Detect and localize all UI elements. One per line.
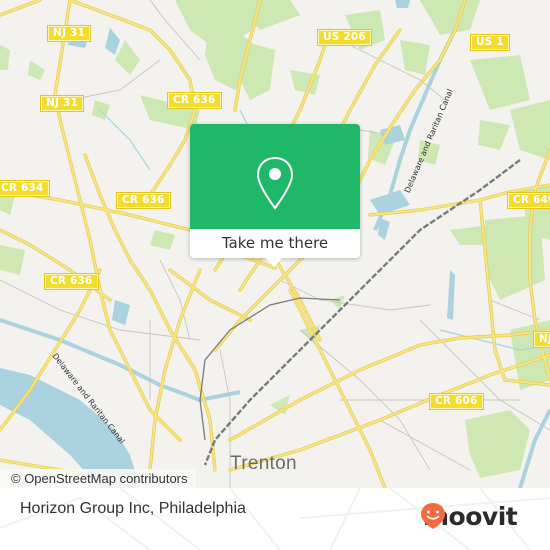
popup-pointer (266, 258, 282, 267)
road-label-cr634: CR 634 (0, 180, 50, 197)
road-label-cr606: CR 606 (429, 393, 484, 410)
moovit-smile-pin-icon (421, 503, 445, 529)
map-pin-icon (256, 156, 294, 210)
road-label-us206: US 206 (317, 29, 372, 46)
map-view[interactable]: NJ 31 NJ 31 CR 636 US 206 US 1 CR 634 CR… (0, 0, 550, 488)
moovit-brand[interactable]: moovit (420, 502, 518, 532)
road-label-cr636-north: CR 636 (167, 92, 222, 109)
take-me-there-button[interactable]: Take me there (190, 230, 360, 258)
road-label-nj31-north: NJ 31 (47, 25, 91, 42)
road-label-cr636-mid: CR 636 (116, 192, 171, 209)
place-name: Horizon Group Inc, Philadelphia (20, 500, 246, 517)
location-popup: Take me there (190, 124, 360, 267)
road-label-nj-east: NJ (532, 331, 550, 348)
road-label-us1: US 1 (470, 34, 510, 51)
popup-header (190, 124, 360, 229)
road-label-nj31-south: NJ 31 (40, 95, 84, 112)
footer-bar: Horizon Group Inc, Philadelphia moovit (0, 488, 550, 550)
road-label-cr636-west: CR 636 (44, 273, 99, 290)
map-attribution[interactable]: © OpenStreetMap contributors (0, 469, 196, 488)
city-label-trenton: Trenton (230, 453, 297, 474)
road-label-cr649: CR 649 (507, 192, 550, 209)
